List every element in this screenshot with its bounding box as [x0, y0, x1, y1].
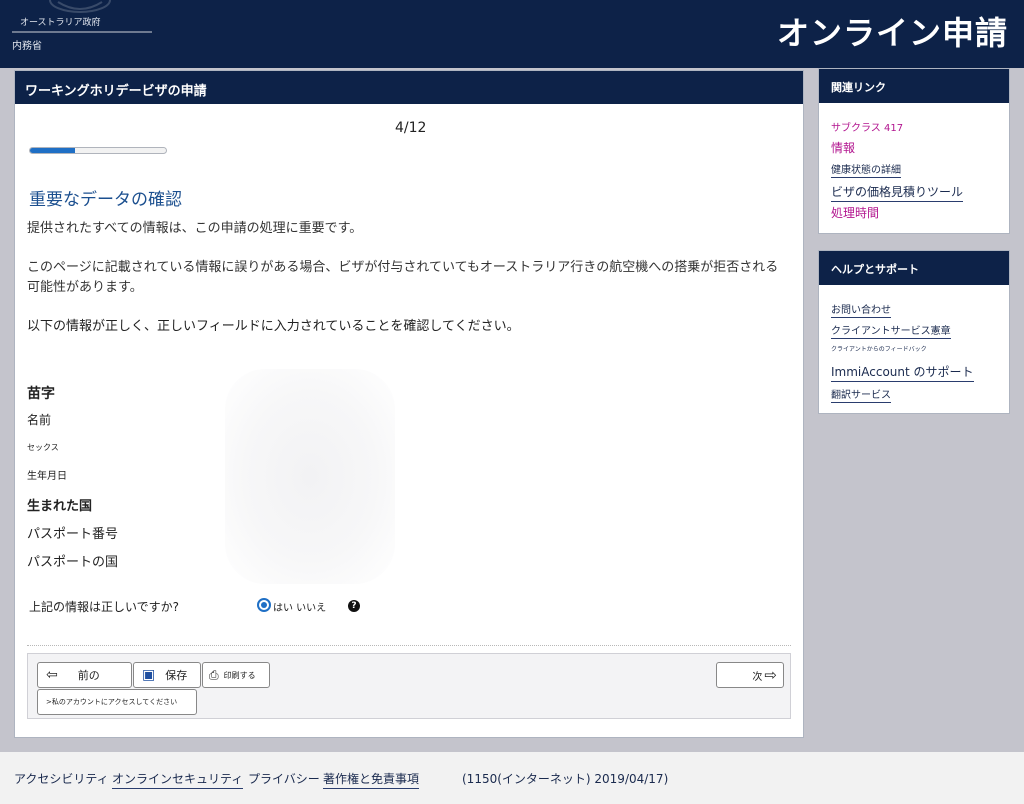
intro-text: 提供されたすべての情報は、この申請の処理に重要です。 [27, 221, 363, 236]
related-link-health[interactable]: 健康状態の詳細 [831, 161, 901, 178]
radio-options-label[interactable]: はい いいえ [273, 599, 326, 614]
help-link-translation[interactable]: 翻訳サービス [831, 386, 891, 403]
floppy-disk-icon: ▣ [142, 667, 156, 683]
field-label-passport-number: パスポート番号 [27, 527, 119, 542]
site-header: オーストラリア政府 内務省 オンライン申請 [0, 0, 1024, 68]
field-label-passport-country: パスポートの国 [27, 555, 119, 570]
radio-selected-dot [261, 602, 267, 608]
footer-link-copyright[interactable]: 著作権と免責事項 [323, 770, 420, 789]
arrow-right-icon: ⇨ [764, 665, 777, 684]
coat-of-arms-icon [49, 0, 111, 13]
warning-line-1: このページに記載されている情報に誤りがある場合、ビザが付与されていてもオーストラ… [27, 260, 779, 275]
footer-link-privacy[interactable]: プライバシー [248, 770, 320, 787]
department-name: 内務省 [12, 41, 42, 52]
footer-link-security[interactable]: オンラインセキュリティ [112, 770, 244, 789]
save-button[interactable]: ▣ 保存 [133, 662, 201, 688]
help-link-charter[interactable]: クライアントサービス憲章 [831, 322, 951, 339]
footer-link-accessibility[interactable]: アクセシビリティ [14, 770, 109, 787]
help-icon[interactable]: ? [348, 600, 360, 612]
field-label-sex: セックス [27, 443, 59, 452]
app-title: オンライン申請 [776, 14, 1008, 52]
help-link-immiaccount[interactable]: ImmiAccount のサポート [831, 363, 974, 382]
step-indicator: 4/12 [395, 120, 427, 136]
help-support-title: ヘルプとサポート [819, 251, 1009, 285]
save-button-label: 保存 [165, 669, 188, 682]
panel-title: ワーキングホリデービザの申請 [15, 71, 803, 104]
field-label-given-name: 名前 [27, 413, 52, 427]
help-link-contact[interactable]: お問い合わせ [831, 301, 891, 318]
related-link-price-estimator[interactable]: ビザの価格見積りツール [831, 183, 964, 202]
progress-bar [29, 147, 167, 154]
arrow-left-icon: ⇦ [46, 667, 58, 683]
government-name: オーストラリア政府 [20, 18, 101, 28]
field-label-birth-country: 生まれた国 [27, 499, 93, 514]
field-label-surname: 苗字 [27, 386, 55, 402]
confirm-question: 上記の情報は正しいですか? [29, 600, 180, 614]
section-title: 重要なデータの確認 [29, 190, 182, 210]
button-bar: ⇦ 前の ▣ 保存 ⎙ 印刷する 次 ⇨ >私のアカウントにアクセスしてください [27, 653, 791, 719]
progress-fill [30, 148, 75, 153]
warning-line-2: 可能性があります。 [27, 280, 143, 295]
next-button-label: 次 [752, 671, 763, 683]
related-links-title: 関連リンク [819, 69, 1009, 103]
previous-button[interactable]: ⇦ 前の [37, 662, 132, 688]
help-support-panel: ヘルプとサポート お問い合わせ クライアントサービス憲章 クライアントからのフィ… [818, 250, 1010, 414]
print-button-label: 印刷する [223, 670, 256, 680]
footer-version-info: (1150(インターネット) 2019/04/17) [462, 772, 669, 786]
help-link-feedback[interactable]: クライアントからのフィードバック [831, 344, 927, 353]
warning-text: このページに記載されている情報に誤りがある場合、ビザが付与されていてもオーストラ… [27, 258, 787, 298]
next-button[interactable]: 次 ⇨ [716, 662, 784, 688]
field-label-dob: 生年月日 [27, 471, 67, 482]
previous-button-label: 前の [77, 669, 100, 682]
account-link-button[interactable]: >私のアカウントにアクセスしてください [37, 689, 197, 715]
redacted-values [225, 369, 395, 584]
radio-yes[interactable] [257, 598, 271, 612]
related-link-subclass[interactable]: サブクラス 417 [831, 119, 903, 134]
divider [27, 645, 791, 646]
site-footer: アクセシビリティ オンラインセキュリティ プライバシー 著作権と免責事項 (11… [0, 752, 1024, 804]
instruction-text: 以下の情報が正しく、正しいフィールドに入力されていることを確認してください。 [27, 319, 520, 334]
related-link-processing-time[interactable]: 処理時間 [831, 204, 879, 221]
main-panel: ワーキングホリデービザの申請 4/12 重要なデータの確認 提供されたすべての情… [14, 70, 804, 738]
header-divider [12, 31, 152, 33]
related-links-panel: 関連リンク サブクラス 417 情報 健康状態の詳細 ビザの価格見積りツール 処… [818, 68, 1010, 234]
printer-icon: ⎙ [209, 668, 219, 682]
related-link-info[interactable]: 情報 [831, 139, 855, 156]
print-button[interactable]: ⎙ 印刷する [202, 662, 270, 688]
